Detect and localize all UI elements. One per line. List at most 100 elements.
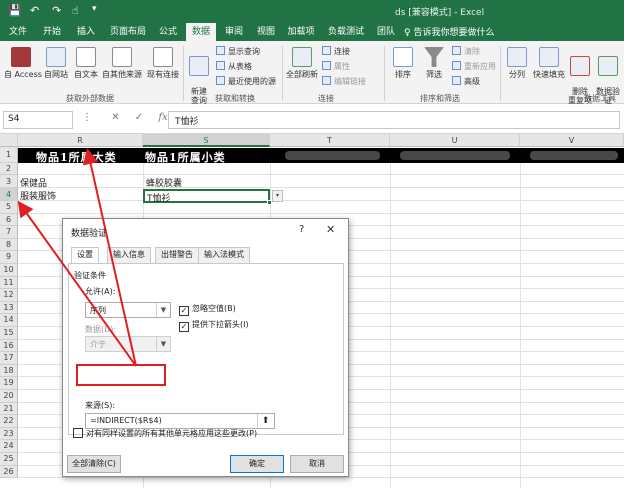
- close-icon[interactable]: ✕: [326, 223, 335, 236]
- tab-addins[interactable]: 加载项: [284, 23, 318, 41]
- refresh-all-button[interactable]: 全部刷新: [285, 47, 319, 80]
- existing-connections-button[interactable]: 现有连接: [146, 47, 180, 80]
- cell-r1[interactable]: 物品1所属大类: [36, 149, 117, 165]
- column-header-t[interactable]: T: [270, 134, 390, 147]
- source-input[interactable]: =INDIRECT($R$4): [85, 413, 275, 429]
- cancel-icon[interactable]: ✕: [111, 112, 119, 123]
- row-header-16[interactable]: 16: [0, 339, 18, 353]
- tab-error-alert[interactable]: 出错警告: [155, 247, 199, 263]
- row-header-15[interactable]: 15: [0, 327, 18, 340]
- row-header-21[interactable]: 21: [0, 402, 18, 416]
- undo-icon[interactable]: ↶: [30, 4, 39, 17]
- tab-insert[interactable]: 插入: [72, 23, 100, 41]
- tab-settings[interactable]: 设置: [71, 247, 99, 264]
- enter-icon[interactable]: ✓: [135, 112, 143, 123]
- from-web-button[interactable]: 自网站: [41, 47, 71, 80]
- row-header-10[interactable]: 10: [0, 264, 18, 277]
- cell-r4[interactable]: 服装服饰: [20, 189, 56, 202]
- tab-home[interactable]: 开始: [38, 23, 66, 41]
- redo-icon[interactable]: ↷: [52, 4, 61, 17]
- tab-team[interactable]: 团队: [372, 23, 400, 41]
- tab-load-test[interactable]: 负载测试: [324, 23, 368, 41]
- from-text-button[interactable]: 自文本: [72, 47, 100, 80]
- in-cell-dropdown-checkbox[interactable]: ✓ 提供下拉箭头(I): [179, 319, 249, 332]
- select-all-corner[interactable]: [0, 134, 18, 147]
- row-header-19[interactable]: 19: [0, 377, 18, 390]
- existing-connections-icon: [153, 47, 173, 67]
- cancel-button[interactable]: 取消: [290, 455, 344, 473]
- connections-button[interactable]: 连接: [322, 46, 350, 57]
- clear-all-button[interactable]: 全部清除(C): [67, 455, 121, 473]
- row-header-6[interactable]: 6: [0, 213, 18, 227]
- row-header-4[interactable]: 4: [0, 188, 18, 201]
- properties-button[interactable]: 属性: [322, 61, 350, 72]
- filter-button[interactable]: 筛选: [421, 47, 447, 80]
- collapse-dialog-icon[interactable]: ⬆: [257, 414, 273, 428]
- ok-button[interactable]: 确定: [230, 455, 284, 473]
- edit-links-button[interactable]: 编辑链接: [322, 76, 366, 87]
- row-header-5[interactable]: 5: [0, 201, 18, 214]
- flash-fill-button[interactable]: 快速填充: [532, 47, 566, 80]
- ignore-blank-checkbox[interactable]: ✓ 忽略空值(B): [179, 303, 236, 316]
- row-header-8[interactable]: 8: [0, 238, 18, 252]
- from-other-sources-button[interactable]: 自其他来源: [102, 47, 142, 80]
- cell-dropdown-button[interactable]: ▾: [272, 190, 283, 202]
- cell-s1[interactable]: 物品1所属小类: [145, 149, 226, 165]
- row-header-13[interactable]: 13: [0, 301, 18, 315]
- tab-page-layout[interactable]: 页面布局: [106, 23, 150, 41]
- row-header-1[interactable]: 1: [0, 147, 18, 163]
- save-icon[interactable]: 💾: [8, 4, 22, 17]
- row-header-26[interactable]: 26: [0, 465, 18, 479]
- column-header-u[interactable]: U: [390, 134, 520, 147]
- more-icon: ⋮: [82, 112, 92, 123]
- text-to-columns-button[interactable]: 分列: [505, 47, 529, 80]
- apply-all-checkbox[interactable]: 对有同样设置的所有其他单元格应用这些更改(P): [73, 428, 257, 439]
- row-header-2[interactable]: 2: [0, 163, 18, 175]
- row-header-11[interactable]: 11: [0, 276, 18, 290]
- insert-function-icon[interactable]: fx: [158, 112, 167, 123]
- active-cell-s4[interactable]: T恤衫: [143, 189, 272, 205]
- row-header-22[interactable]: 22: [0, 415, 18, 428]
- row-header-24[interactable]: 24: [0, 440, 18, 453]
- quick-access-menu-icon[interactable]: ▾: [92, 4, 97, 14]
- row-header-9[interactable]: 9: [0, 251, 18, 264]
- row-header-18[interactable]: 18: [0, 364, 18, 378]
- row-header-14[interactable]: 14: [0, 314, 18, 327]
- column-header-s[interactable]: S: [143, 134, 270, 147]
- tab-ime-mode[interactable]: 输入法模式: [198, 247, 250, 263]
- name-box[interactable]: S4: [3, 111, 73, 129]
- touch-mode-icon[interactable]: ☝: [72, 4, 79, 17]
- row-header-20[interactable]: 20: [0, 390, 18, 403]
- tab-input-message[interactable]: 输入信息: [107, 247, 151, 263]
- row-header-17[interactable]: 17: [0, 352, 18, 365]
- row-header-23[interactable]: 23: [0, 427, 18, 441]
- cell-s3[interactable]: 蜂胶胶囊: [146, 176, 182, 189]
- clear-filter-button[interactable]: 清除: [452, 46, 480, 57]
- row-header-12[interactable]: 12: [0, 289, 18, 302]
- help-icon[interactable]: ?: [299, 224, 304, 235]
- cell-r3[interactable]: 保健品: [20, 176, 47, 189]
- column-header-r[interactable]: R: [18, 134, 143, 147]
- sort-button[interactable]: 排序: [390, 47, 416, 80]
- data-select[interactable]: 介于 ▼: [85, 336, 171, 352]
- formula-input[interactable]: T恤衫: [168, 111, 620, 129]
- row-header-3[interactable]: 3: [0, 175, 18, 188]
- reapply-button[interactable]: 重新应用: [452, 61, 496, 72]
- allow-select[interactable]: 序列 ▼: [85, 302, 171, 318]
- new-query-button[interactable]: 新建 查询: [187, 47, 211, 105]
- column-header-v[interactable]: V: [520, 134, 624, 147]
- show-queries-button[interactable]: 显示查询: [216, 46, 260, 57]
- tell-me-search[interactable]: ♀ 告诉我你想要做什么: [404, 25, 494, 38]
- row-header-25[interactable]: 25: [0, 453, 18, 466]
- from-access-button[interactable]: 自 Access: [4, 47, 42, 80]
- tab-data[interactable]: 数据: [186, 23, 216, 41]
- row-header-7[interactable]: 7: [0, 226, 18, 239]
- remove-duplicates-icon: [570, 56, 590, 76]
- tab-file[interactable]: 文件: [4, 23, 32, 41]
- tab-view[interactable]: 视图: [252, 23, 280, 41]
- from-table-button[interactable]: 从表格: [216, 61, 252, 72]
- tab-formulas[interactable]: 公式: [154, 23, 182, 41]
- advanced-filter-button[interactable]: 高级: [452, 76, 480, 87]
- recent-sources-button[interactable]: 最近使用的源: [216, 76, 276, 87]
- tab-review[interactable]: 审阅: [220, 23, 248, 41]
